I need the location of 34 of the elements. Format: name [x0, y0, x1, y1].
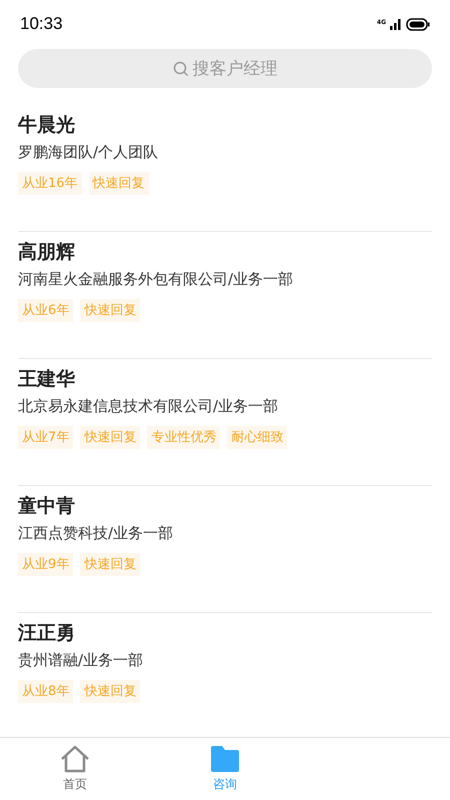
tag: 从业16年	[18, 172, 82, 195]
manager-card[interactable]: 高朋辉 河南星火金融服务外包有限公司/业务一部 从业6年 快速回复	[18, 232, 432, 359]
manager-card[interactable]: 童中青 江西点赞科技/业务一部 从业9年 快速回复	[18, 486, 432, 613]
tag: 从业9年	[18, 553, 74, 576]
tag: 快速回复	[80, 426, 140, 449]
tag: 快速回复	[88, 172, 149, 195]
tag: 从业8年	[18, 680, 74, 703]
manager-name: 牛晨光	[18, 113, 76, 138]
manager-card[interactable]: 牛晨光 罗鹏海团队/个人团队 从业16年 快速回复	[18, 105, 432, 232]
manager-company: 罗鹏海团队/个人团队	[18, 142, 160, 163]
manager-company: 贵州谱融/业务一部	[18, 650, 144, 671]
search-icon	[173, 61, 189, 77]
home-icon	[60, 745, 90, 773]
tag: 专业性优秀	[147, 426, 220, 449]
folder-icon	[210, 745, 240, 773]
tab[interactable]: 首页	[0, 738, 150, 800]
signal-icon	[390, 18, 402, 30]
tag: 从业6年	[18, 299, 74, 322]
battery-icon	[406, 18, 430, 30]
manager-company: 北京易永建信息技术有限公司/业务一部	[18, 396, 280, 417]
manager-name: 王建华	[18, 367, 76, 392]
tag: 快速回复	[80, 553, 140, 576]
status-time: 10:33	[20, 13, 63, 36]
manager-name: 童中青	[18, 494, 76, 519]
search-field[interactable]: 搜客户经理	[18, 49, 432, 88]
manager-card[interactable]: 王建华 北京易永建信息技术有限公司/业务一部 从业7年 快速回复 专业性优秀 耐心细致	[18, 359, 432, 486]
tag: 快速回复	[80, 299, 140, 322]
manager-name: 高朋辉	[18, 240, 76, 265]
manager-company: 河南星火金融服务外包有限公司/业务一部	[18, 269, 294, 290]
tag: 耐心细致	[227, 426, 288, 449]
manager-company: 江西点赞科技/业务一部	[18, 523, 174, 544]
manager-name: 汪正勇	[18, 621, 76, 646]
tag: 从业7年	[18, 426, 74, 449]
tag: 快速回复	[80, 680, 140, 703]
